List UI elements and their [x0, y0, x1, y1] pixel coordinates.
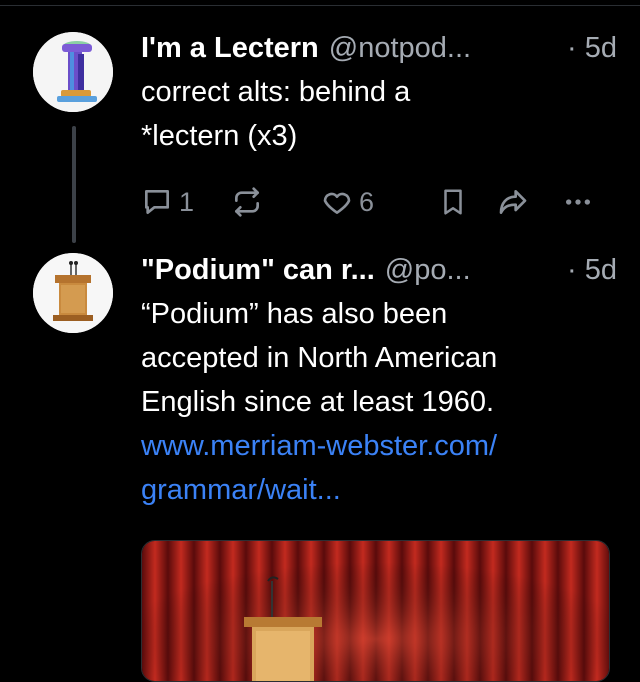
handle[interactable]: @notpod...	[329, 32, 471, 65]
post-text: correct alts: behind a *lectern (x3)	[141, 70, 611, 158]
more-options-button[interactable]	[561, 184, 595, 220]
post-text-line: *lectern (x3)	[141, 120, 298, 152]
bookmark-icon	[438, 186, 468, 218]
share-button[interactable]	[496, 184, 530, 220]
post-text-line: English since at least 1960.	[141, 386, 495, 418]
post-link[interactable]: www.merriam-webster.com/ grammar/wait...	[141, 424, 611, 512]
heart-icon	[321, 186, 353, 218]
like-count: 6	[359, 186, 375, 217]
post-header: I'm a Lectern @notpod... · 5d	[141, 26, 617, 70]
podium-avatar[interactable]	[33, 253, 113, 333]
share-icon	[496, 186, 530, 218]
reply-icon	[141, 186, 173, 218]
timestamp[interactable]: · 5d	[567, 248, 617, 292]
repost-button[interactable]	[231, 184, 269, 220]
post-text: “Podium” has also been accepted in North…	[141, 292, 611, 424]
post-text-line: “Podium” has also been	[141, 298, 448, 330]
reply-count: 1	[179, 186, 195, 217]
like-button[interactable]: 6	[321, 184, 374, 220]
post-header: "Podium" can r... @po... · 5d	[141, 248, 617, 292]
display-name[interactable]: "Podium" can r...	[141, 254, 375, 287]
post-content: I'm a Lectern @notpod... · 5d correct al…	[141, 26, 617, 217]
reply-button[interactable]: 1	[141, 184, 194, 220]
handle[interactable]: @po...	[385, 254, 471, 287]
post-text-line: correct alts: behind a	[141, 76, 411, 108]
repost-icon	[231, 186, 263, 218]
post-actions: 1 6	[141, 184, 611, 220]
post-content: "Podium" can r... @po... · 5d “Podium” h…	[141, 248, 617, 512]
embed-image-podium-stage[interactable]	[141, 540, 610, 682]
timestamp[interactable]: · 5d	[567, 26, 617, 70]
bookmark-button[interactable]	[438, 184, 468, 220]
thread-connector-line	[72, 126, 76, 243]
ellipsis-icon	[561, 186, 595, 218]
post-link-line[interactable]: grammar/wait...	[141, 468, 611, 512]
top-divider	[0, 0, 640, 6]
lectern-avatar[interactable]	[33, 32, 113, 112]
post-text-line: accepted in North American	[141, 342, 498, 374]
display-name[interactable]: I'm a Lectern	[141, 32, 319, 65]
post-link-line[interactable]: www.merriam-webster.com/	[141, 424, 611, 468]
